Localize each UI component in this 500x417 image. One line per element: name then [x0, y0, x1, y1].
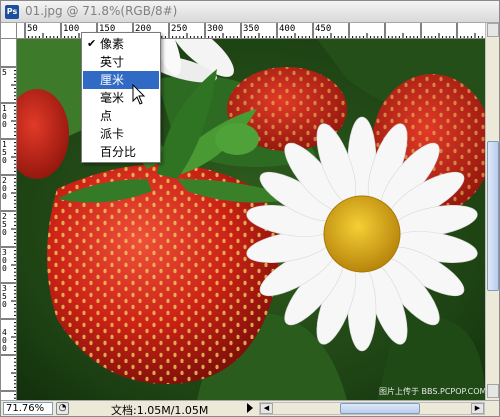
mouse-pointer-icon [132, 84, 146, 105]
ruler-label: 300 [207, 24, 224, 34]
watermark-text: 图片上传于 BBS.PCPOP.COM [379, 386, 485, 396]
scroll-up-button[interactable] [487, 23, 499, 37]
ruler-origin[interactable] [1, 23, 17, 39]
vertical-ruler[interactable]: 5 1 0 0 1 5 0 2 0 0 2 5 0 3 0 0 3 5 0 4 … [1, 39, 17, 400]
menu-item-label: 英寸 [100, 55, 125, 69]
ruler-label: 250 [171, 24, 188, 34]
scroll-left-button[interactable]: ◀ [260, 403, 273, 414]
ruler-label: 1 0 0 [2, 104, 7, 129]
menu-item-picas[interactable]: 派卡 [83, 125, 159, 143]
status-info-icon[interactable]: ◔ [56, 402, 69, 415]
window-title: 01.jpg @ 71.8%(RGB/8#) [25, 4, 178, 18]
ruler-label: 400 [279, 24, 296, 34]
menu-item-label: 像素 [100, 37, 125, 51]
scroll-thumb[interactable] [340, 403, 420, 414]
scroll-thumb[interactable] [487, 141, 499, 291]
menu-item-label: 厘米 [100, 73, 125, 87]
status-menu-arrow-icon[interactable] [247, 403, 253, 413]
document-size-text: 文档:1.05M/1.05M [111, 404, 209, 417]
menu-item-inches[interactable]: 英寸 [83, 53, 159, 71]
scroll-down-button[interactable] [487, 384, 499, 398]
ruler-label: 5 [2, 68, 7, 77]
ruler-label: 50 [27, 24, 38, 34]
scroll-right-button[interactable]: ▶ [471, 403, 484, 414]
status-bar: 71.76% ◔ 文档:1.05M/1.05M ◀ ▶ [1, 400, 499, 417]
checkmark-icon: ✔ [87, 37, 97, 50]
menu-item-label: 派卡 [100, 127, 125, 141]
document-window: Ps 01.jpg @ 71.8%(RGB/8#) 50 100 150 200… [0, 0, 500, 417]
ruler-label: 100 [63, 24, 80, 34]
vertical-scrollbar[interactable] [485, 23, 499, 400]
menu-item-label: 百分比 [100, 145, 137, 159]
ruler-label: 4 0 0 [2, 328, 7, 353]
menu-item-percent[interactable]: 百分比 [83, 143, 159, 161]
ruler-label: 1 5 0 [2, 140, 7, 165]
ruler-label: 2 5 0 [2, 212, 7, 237]
menu-item-pixels[interactable]: ✔ 像素 [83, 35, 159, 53]
ruler-label: 350 [243, 24, 260, 34]
menu-item-points[interactable]: 点 [83, 107, 159, 125]
horizontal-scrollbar[interactable]: ◀ ▶ [259, 402, 485, 415]
ruler-label: 450 [315, 24, 332, 34]
title-bar[interactable]: Ps 01.jpg @ 71.8%(RGB/8#) [1, 1, 499, 23]
photoshop-icon: Ps [5, 5, 19, 19]
menu-item-millimeters[interactable]: 毫米 [83, 89, 159, 107]
menu-item-label: 点 [100, 109, 113, 123]
menu-item-label: 毫米 [100, 91, 125, 105]
menu-item-centimeters[interactable]: 厘米 [83, 71, 159, 89]
ruler-label: 2 0 0 [2, 176, 7, 201]
zoom-input[interactable]: 71.76% [3, 402, 53, 415]
ruler-units-context-menu: ✔ 像素 英寸 厘米 毫米 点 派卡 百分比 [81, 32, 161, 163]
ruler-label: 3 0 0 [2, 248, 7, 273]
ruler-label: 3 5 0 [2, 284, 7, 309]
